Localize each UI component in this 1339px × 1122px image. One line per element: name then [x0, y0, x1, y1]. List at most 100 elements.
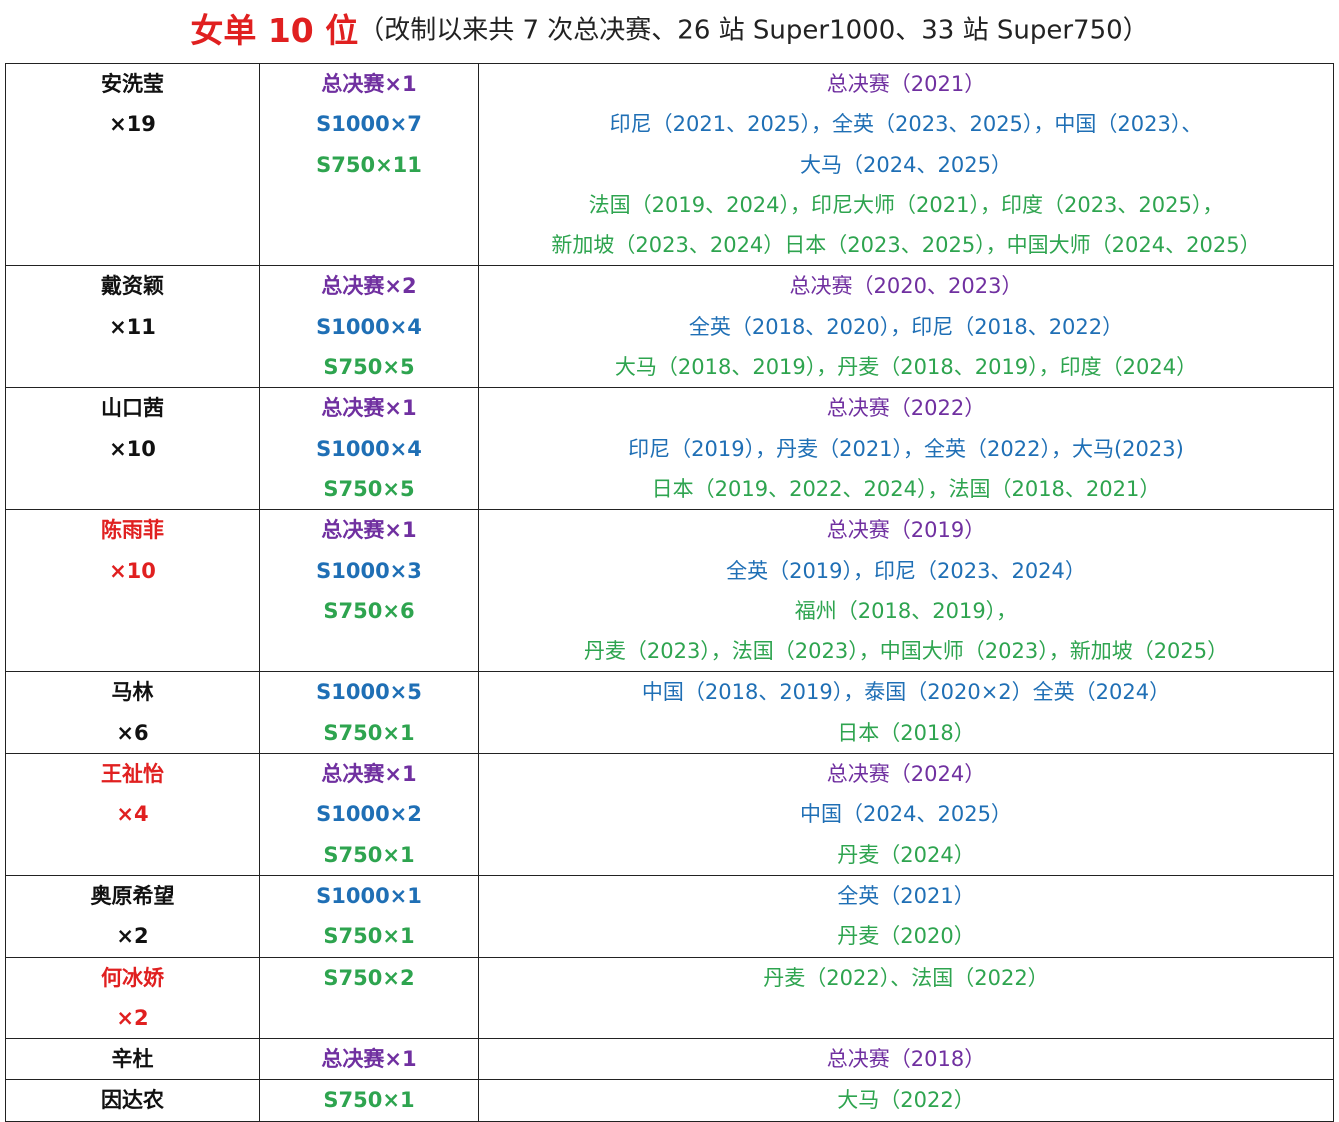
title-count: S1000×4 — [316, 436, 422, 461]
player-cell: 陈雨菲 ×10 — [5, 509, 260, 673]
tournament-detail-line: 总决赛（2018） — [826, 1047, 986, 1072]
tournament-detail-line: 大马（2018、2019），丹麦（2018、2019），印度（2024） — [614, 355, 1198, 380]
table-row: 山口茜 ×10 总决赛×1 S1000×4 S750×5 总决赛（2022） 印尼（2019… — [5, 387, 1334, 511]
player-cell: 何冰娇 ×2 — [5, 956, 260, 1040]
tournament-detail-line: 总决赛（2021） — [826, 72, 986, 96]
title-counts-cell: 总决赛×1 S1000×2 S750×1 — [259, 753, 479, 876]
player-total: ×10 — [109, 558, 156, 583]
tournament-detail-line: 总决赛（2024） — [826, 762, 986, 787]
tournament-details-cell: 总决赛（2021） 印尼（2021、2025），全英（2023、2025），中国（… — [478, 62, 1334, 267]
tournament-detail-line: 新加坡（2023、2024）日本（2023、2025），中国大师（2024、20… — [551, 233, 1261, 258]
tournament-detail-line: 全英（2018、2020），印尼（2018、2022） — [688, 314, 1124, 339]
title-count: S750×5 — [323, 476, 415, 501]
title-count: 总决赛×1 — [321, 396, 417, 421]
table-row: 辛杜 总决赛×1 总决赛（2018） — [5, 1038, 1334, 1081]
tournament-detail-line: 全英（2019），印尼（2023、2024） — [726, 558, 1086, 583]
tournament-detail-line: 丹麦（2023），法国（2023），中国大师（2023），新加坡（2025） — [583, 639, 1229, 664]
tournament-details-cell: 中国（2018、2019），泰国（2020×2）全英（2024） 日本（2018） — [478, 671, 1334, 755]
title-counts-cell: S1000×5 S750×1 — [259, 671, 479, 755]
title-count: S750×5 — [323, 355, 415, 380]
player-cell: 奥原希望 ×2 — [5, 874, 260, 958]
player-cell: 因达农 — [5, 1079, 260, 1122]
tournament-details-cell: 全英（2021） 丹麦（2020） — [478, 874, 1334, 958]
player-cell: 戴资颖 ×11 — [5, 265, 260, 389]
tournament-detail-line: 丹麦（2024） — [837, 842, 975, 867]
title-subtitle: （改制以来共 7 次总决赛、26 站 Super1000、33 站 Super7… — [358, 15, 1149, 46]
tournament-detail-line: 福州（2018、2019）， — [794, 598, 1018, 623]
tournament-detail-line: 法国（2019、2024），印尼大师（2021），印度（2023、2025）， — [588, 192, 1224, 217]
tournament-detail-line: 印尼（2019），丹麦（2021），全英（2022），大马(2023) — [628, 436, 1184, 461]
title-counts-cell: 总决赛×2 S1000×4 S750×5 — [259, 265, 479, 389]
tournament-detail-line: 全英（2021） — [837, 883, 975, 908]
title-counts-cell: 总决赛×1 — [259, 1038, 479, 1081]
title-count: S750×11 — [316, 152, 422, 177]
table-row: 王祉怡 ×4 总决赛×1 S1000×2 S750×1 总决赛（2024） 中国（2024、… — [5, 753, 1334, 876]
title-counts-cell: 总决赛×1 S1000×3 S750×6 — [259, 509, 479, 673]
title-count: 总决赛×2 — [321, 274, 417, 299]
table-row: 陈雨菲 ×10 总决赛×1 S1000×3 S750×6 总决赛（2019） 全英（2019… — [5, 509, 1334, 673]
table-body: 安洗莹 ×19 总决赛×1 S1000×7 S750×11 总决赛（2021） 印尼（202… — [5, 62, 1334, 1122]
tournament-detail-line: 中国（2024、2025） — [800, 802, 1012, 827]
player-total: ×19 — [109, 112, 156, 137]
tournament-detail-line: 丹麦（2022）、法国（2022） — [763, 965, 1049, 990]
player-name: 陈雨菲 — [101, 518, 164, 543]
player-total: ×6 — [116, 720, 149, 745]
title-counts-cell: S750×1 — [259, 1079, 479, 1122]
tournament-detail-line: 大马（2024、2025） — [800, 152, 1012, 177]
table-row: 安洗莹 ×19 总决赛×1 S1000×7 S750×11 总决赛（2021） 印尼（202… — [5, 62, 1334, 267]
player-name: 奥原希望 — [90, 883, 175, 908]
tournament-detail-line: 日本（2018） — [837, 720, 975, 745]
tournament-details-cell: 丹麦（2022）、法国（2022） — [478, 956, 1334, 1040]
title-count: 总决赛×1 — [321, 762, 417, 787]
title-counts-cell: 总决赛×1 S1000×7 S750×11 — [259, 62, 479, 267]
title-count: S750×1 — [323, 924, 415, 949]
table-row: 戴资颖 ×11 总决赛×2 S1000×4 S750×5 总决赛（2020、2023） 全英… — [5, 265, 1334, 389]
champions-table: 安洗莹 ×19 总决赛×1 S1000×7 S750×11 总决赛（2021） 印尼（202… — [5, 62, 1334, 1122]
title-count: S750×1 — [323, 842, 415, 867]
title-count: 总决赛×1 — [321, 1047, 417, 1072]
player-name: 辛杜 — [111, 1047, 154, 1072]
tournament-details-cell: 大马（2022） — [478, 1079, 1334, 1122]
player-name: 戴资颖 — [101, 274, 164, 299]
title-counts-cell: S750×2 — [259, 956, 479, 1040]
table-row: 马林 ×6 S1000×5 S750×1 中国（2018、2019），泰国（2020×2… — [5, 671, 1334, 755]
title-count: S1000×3 — [316, 558, 422, 583]
player-total: ×10 — [109, 436, 156, 461]
player-name: 山口茜 — [101, 396, 164, 421]
tournament-detail-line: 总决赛（2022） — [826, 396, 986, 421]
title-count: S750×6 — [323, 598, 415, 623]
player-cell: 安洗莹 ×19 — [5, 62, 260, 267]
table-row: 因达农 S750×1 大马（2022） — [5, 1079, 1334, 1122]
player-name: 安洗莹 — [101, 72, 164, 96]
player-total: ×4 — [116, 802, 149, 827]
player-total: ×11 — [109, 314, 156, 339]
tournament-details-cell: 总决赛（2022） 印尼（2019），丹麦（2021），全英（2022），大马(2… — [478, 387, 1334, 511]
player-cell: 山口茜 ×10 — [5, 387, 260, 511]
tournament-details-cell: 总决赛（2019） 全英（2019），印尼（2023、2024） 福州（2018、2… — [478, 509, 1334, 673]
title-count: S750×1 — [323, 1088, 415, 1113]
title-count: S1000×2 — [316, 802, 422, 827]
tournament-detail-line: 中国（2018、2019），泰国（2020×2）全英（2024） — [641, 680, 1171, 705]
player-cell: 王祉怡 ×4 — [5, 753, 260, 876]
tournament-detail-line: 总决赛（2020、2023） — [789, 274, 1023, 299]
title-counts-cell: 总决赛×1 S1000×4 S750×5 — [259, 387, 479, 511]
player-name: 王祉怡 — [101, 762, 164, 787]
tournament-detail-line: 大马（2022） — [837, 1088, 975, 1113]
tournament-detail-line: 印尼（2021、2025），全英（2023、2025），中国（2023）、 — [609, 112, 1203, 137]
tournament-detail-line: 日本（2019、2022、2024），法国（2018、2021） — [651, 476, 1161, 501]
player-cell: 辛杜 — [5, 1038, 260, 1081]
tournament-details-cell: 总决赛（2018） — [478, 1038, 1334, 1081]
player-cell: 马林 ×6 — [5, 671, 260, 755]
title-count: S750×1 — [323, 720, 415, 745]
player-name: 因达农 — [101, 1088, 164, 1113]
title-count: S750×2 — [323, 965, 415, 990]
tournament-details-cell: 总决赛（2020、2023） 全英（2018、2020），印尼（2018、2022… — [478, 265, 1334, 389]
player-name: 何冰娇 — [101, 965, 164, 990]
tournament-details-cell: 总决赛（2024） 中国（2024、2025） 丹麦（2024） — [478, 753, 1334, 876]
player-total: ×2 — [116, 924, 149, 949]
title-count: S1000×4 — [316, 314, 422, 339]
table-row: 奥原希望 ×2 S1000×1 S750×1 全英（2021） 丹麦（2020） — [5, 874, 1334, 958]
player-name: 马林 — [111, 680, 154, 705]
player-total: ×2 — [116, 1005, 149, 1030]
tournament-detail-line: 丹麦（2020） — [837, 924, 975, 949]
